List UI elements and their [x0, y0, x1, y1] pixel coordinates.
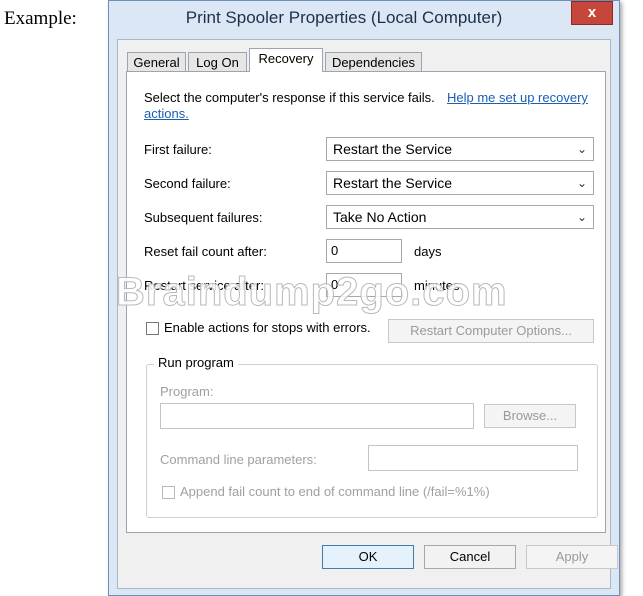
second-failure-select[interactable]: Restart the Service ⌄ — [326, 171, 594, 195]
second-failure-value: Restart the Service — [333, 175, 453, 191]
program-input[interactable] — [160, 403, 474, 429]
second-failure-label: Second failure: — [144, 176, 231, 191]
first-failure-select[interactable]: Restart the Service ⌄ — [326, 137, 594, 161]
command-line-label: Command line parameters: — [160, 452, 317, 467]
subsequent-failures-select[interactable]: Take No Action ⌄ — [326, 205, 594, 229]
reset-count-input[interactable]: 0 — [326, 239, 402, 263]
tab-recovery[interactable]: Recovery — [249, 48, 323, 72]
apply-button[interactable]: Apply — [526, 545, 618, 569]
cancel-button[interactable]: Cancel — [424, 545, 516, 569]
append-fail-count-checkbox[interactable] — [162, 486, 175, 499]
subsequent-failures-value: Take No Action — [333, 209, 427, 225]
dialog-title: Print Spooler Properties (Local Computer… — [185, 8, 503, 27]
example-caption: Example: — [4, 8, 77, 29]
help-link-continued[interactable]: actions. — [144, 106, 189, 121]
chevron-down-icon: ⌄ — [576, 176, 587, 190]
tab-dependencies[interactable]: Dependencies — [325, 52, 422, 72]
close-icon: x — [587, 4, 597, 21]
restart-computer-options-button[interactable]: Restart Computer Options... — [388, 319, 594, 343]
tab-general[interactable]: General — [127, 52, 186, 72]
help-link[interactable]: Help me set up recovery — [447, 90, 588, 105]
reset-unit-label: days — [414, 244, 442, 259]
title-bar: Print Spooler Properties (Local Computer… — [109, 1, 619, 37]
enable-actions-label: Enable actions for stops with errors. — [164, 320, 371, 335]
chevron-down-icon: ⌄ — [576, 210, 587, 224]
ok-button[interactable]: OK — [322, 545, 414, 569]
append-fail-count-label: Append fail count to end of command line… — [180, 484, 490, 499]
enable-actions-checkbox[interactable] — [146, 322, 159, 335]
reset-count-label: Reset fail count after: — [144, 244, 267, 259]
close-button[interactable]: x — [571, 1, 613, 25]
subsequent-failures-label: Subsequent failures: — [144, 210, 263, 225]
browse-button[interactable]: Browse... — [484, 404, 576, 428]
intro-text: Select the computer's response if this s… — [144, 90, 435, 105]
command-line-input[interactable] — [368, 445, 578, 471]
run-program-title: Run program — [154, 355, 238, 370]
program-label: Program: — [160, 384, 214, 399]
tab-log-on[interactable]: Log On — [188, 52, 247, 72]
watermark: Braindump2go.com — [116, 270, 508, 315]
first-failure-label: First failure: — [144, 142, 212, 157]
first-failure-value: Restart the Service — [333, 141, 453, 157]
chevron-down-icon: ⌄ — [576, 142, 587, 156]
